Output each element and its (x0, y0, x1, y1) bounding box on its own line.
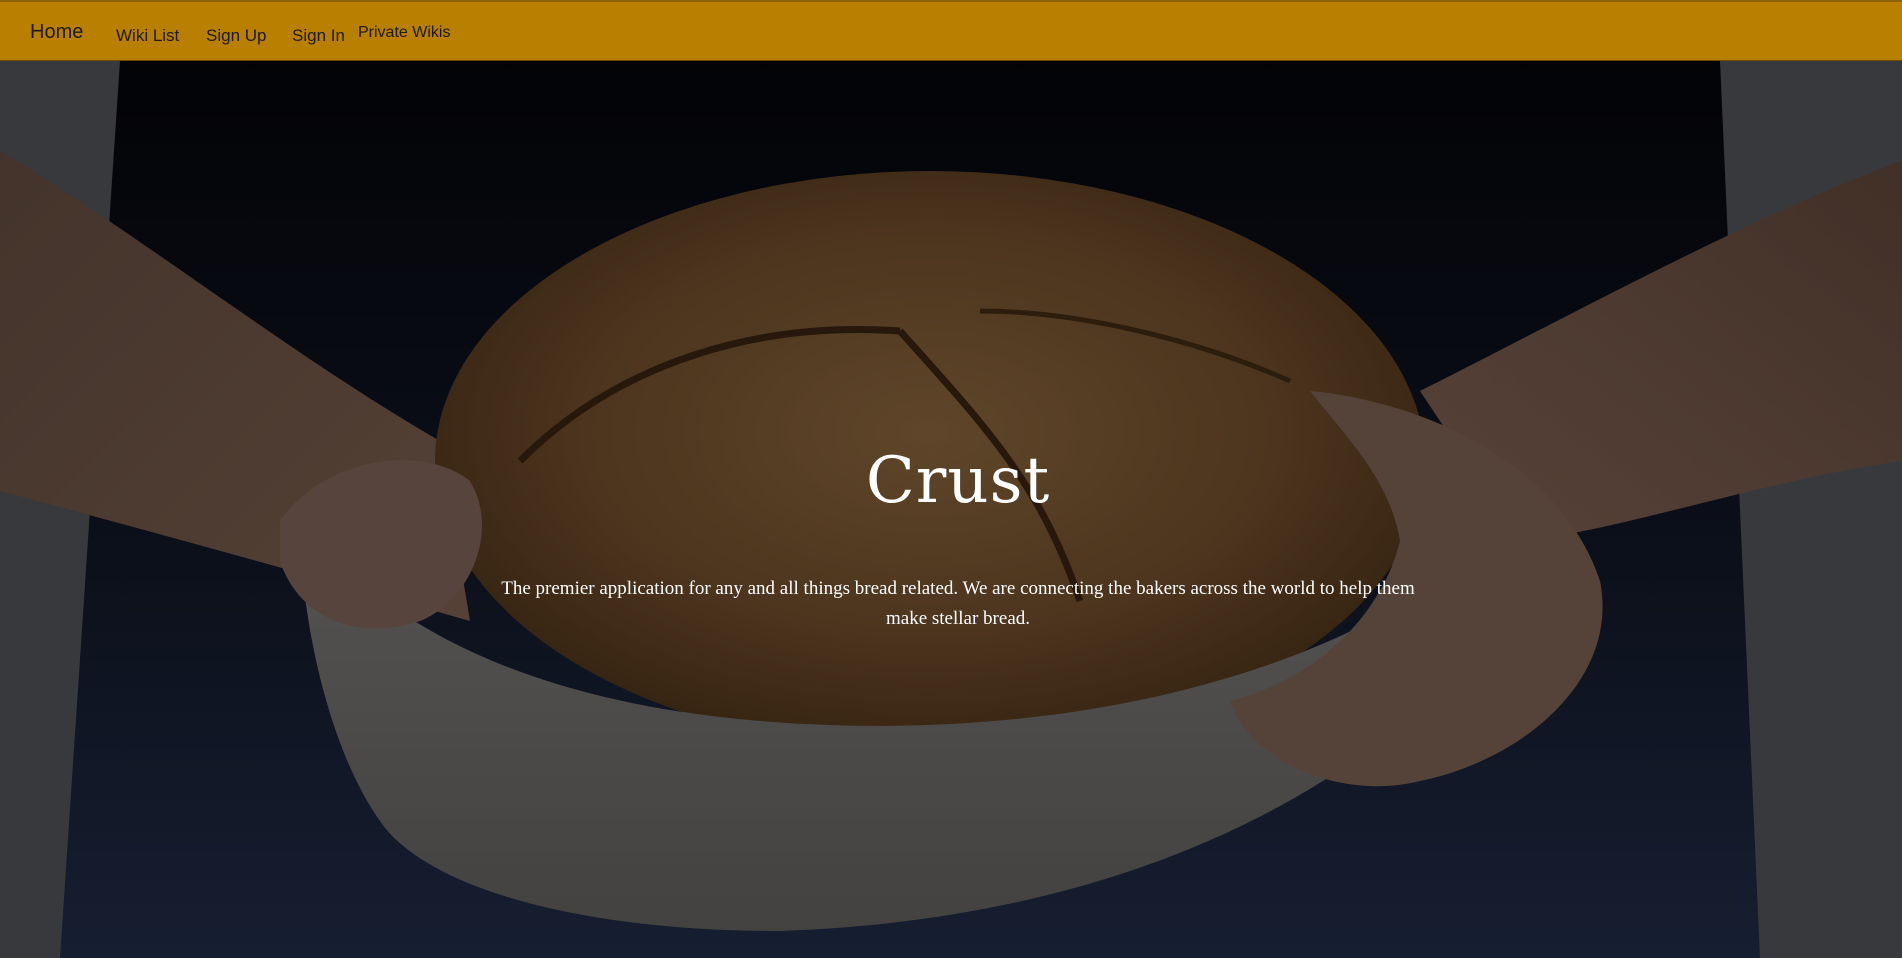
hero-subtitle: The premier application for any and all … (501, 578, 1415, 629)
nav-sign-up-link[interactable]: Sign Up (206, 26, 266, 46)
nav-private-wikis-link[interactable]: Private Wikis (358, 24, 450, 42)
hero-section: Crust The premier application for any an… (0, 61, 1902, 958)
hero-title: Crust (865, 444, 1051, 518)
nav-home-link[interactable]: Home (30, 21, 83, 44)
top-navbar: Home Wiki List Sign Up Sign In Private W… (0, 0, 1902, 61)
nav-wiki-list-link[interactable]: Wiki List (116, 26, 179, 46)
nav-sign-in-link[interactable]: Sign In (292, 26, 345, 46)
